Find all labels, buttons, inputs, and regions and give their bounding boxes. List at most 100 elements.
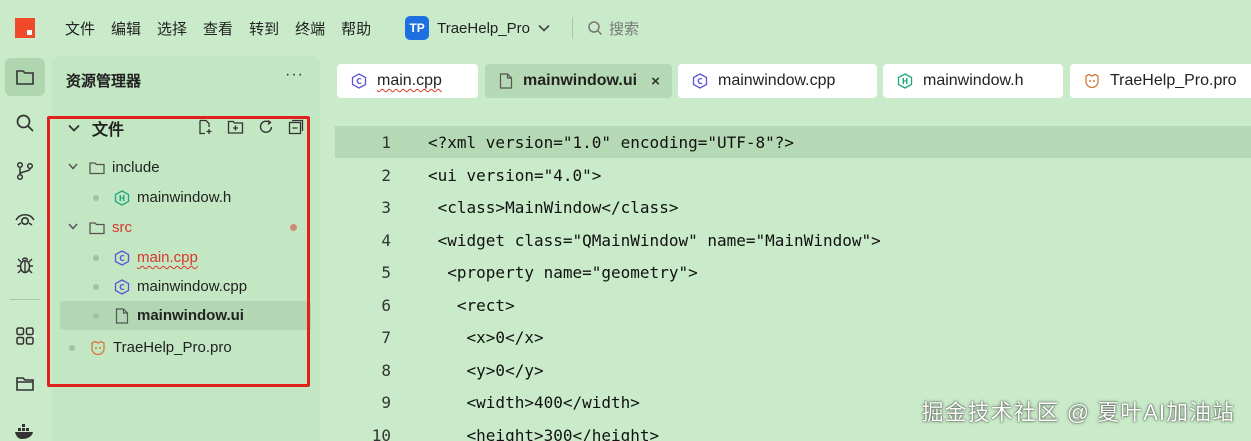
app-logo <box>15 18 35 38</box>
collapse-all-icon[interactable] <box>288 119 304 138</box>
tab-traehelp-pro[interactable]: TraeHelp_Pro.pro <box>1070 64 1251 98</box>
run-debug-eye-icon[interactable] <box>5 200 45 238</box>
svg-text:C: C <box>119 283 125 292</box>
editor-tabs: C main.cpp mainwindow.ui × C mainwindow.… <box>327 56 1251 106</box>
folder-icon <box>88 159 106 177</box>
explorer-panel: 资源管理器 ··· 文件 include H mainwindow.h src … <box>52 56 320 441</box>
line-text: <class>MainWindow</class> <box>428 197 679 217</box>
source-control-icon[interactable] <box>5 152 45 190</box>
explorer-title: 资源管理器 <box>66 73 142 90</box>
line-number: 2 <box>381 165 391 185</box>
line-text: <?xml version="1.0" encoding="UTF-8"?> <box>428 132 795 152</box>
tree-folder-include[interactable]: include <box>60 153 311 182</box>
menu-goto[interactable]: 转到 <box>241 18 287 39</box>
chevron-down-icon <box>66 162 80 173</box>
line-text: <height>300</height> <box>428 425 660 441</box>
file-icon <box>113 307 131 325</box>
toolbar-divider <box>571 17 573 39</box>
menu-help[interactable]: 帮助 <box>333 18 379 39</box>
menu-terminal[interactable]: 终端 <box>287 18 333 39</box>
tab-mainwindow-cpp[interactable]: C mainwindow.cpp <box>678 64 877 98</box>
tab-label: main.cpp <box>377 72 442 89</box>
qmake-pro-file-icon <box>1084 73 1100 89</box>
code-line: 4 <widget class="QMainWindow" name="Main… <box>327 224 1251 256</box>
folder-icon[interactable] <box>5 365 45 403</box>
close-icon[interactable]: × <box>651 73 660 90</box>
search-icon[interactable] <box>5 104 45 142</box>
menu-edit[interactable]: 编辑 <box>103 18 149 39</box>
cpp-file-icon: C <box>692 73 708 89</box>
tab-main-cpp[interactable]: C main.cpp <box>337 64 478 98</box>
bug-icon[interactable] <box>5 246 45 284</box>
watermark-text: 掘金技术社区 @ 夏叶AI加油站 <box>921 400 1235 425</box>
cpp-file-icon: C <box>113 278 131 296</box>
tree-file-mainwindow-ui[interactable]: mainwindow.ui <box>60 301 311 330</box>
code-line: 3 <class>MainWindow</class> <box>327 191 1251 223</box>
header-file-icon: H <box>897 73 913 89</box>
line-number: 5 <box>381 262 391 282</box>
search-label: 搜索 <box>608 20 639 38</box>
editor-area: C main.cpp mainwindow.ui × C mainwindow.… <box>327 56 1251 441</box>
search-box[interactable]: 搜索 <box>587 18 639 39</box>
code-line: 1 <?xml version="1.0" encoding="UTF-8"?> <box>335 126 1251 158</box>
search-icon <box>588 21 602 36</box>
new-file-icon[interactable] <box>197 119 213 138</box>
project-name: TraeHelp_Pro <box>437 19 530 37</box>
svg-text:C: C <box>119 254 125 263</box>
tree-folder-src[interactable]: src <box>60 213 311 242</box>
tree-item-label: TraeHelp_Pro.pro <box>113 339 232 356</box>
line-text: <y>0</y> <box>428 360 544 380</box>
refresh-icon[interactable] <box>258 119 274 138</box>
menu-select[interactable]: 选择 <box>149 18 195 39</box>
line-text: <property name="geometry"> <box>428 262 698 282</box>
cpp-file-icon: C <box>351 73 367 89</box>
activity-bar <box>0 56 50 441</box>
title-bar: 文件 编辑 选择 查看 转到 终端 帮助 TP TraeHelp_Pro 搜索 <box>0 0 1251 56</box>
cpp-file-icon: C <box>113 249 131 267</box>
line-text: <ui version="4.0"> <box>428 165 602 185</box>
line-number: 7 <box>381 327 391 347</box>
line-text: <x>0</x> <box>428 327 544 347</box>
tree-item-label: main.cpp <box>137 249 198 266</box>
code-line: 7 <x>0</x> <box>327 321 1251 353</box>
tree-indent-dot <box>69 344 75 351</box>
tree-item-label: src <box>112 219 132 236</box>
tree-item-label: mainwindow.cpp <box>137 278 248 295</box>
line-number: 8 <box>381 360 391 380</box>
menu-view[interactable]: 查看 <box>195 18 241 39</box>
tab-mainwindow-ui[interactable]: mainwindow.ui × <box>485 64 672 98</box>
line-number: 4 <box>381 230 391 250</box>
files-section-header[interactable]: 文件 <box>52 114 320 142</box>
tree-item-label: mainwindow.ui <box>137 307 244 324</box>
tree-file-main-cpp[interactable]: C main.cpp <box>60 243 311 272</box>
explorer-icon[interactable] <box>5 58 45 96</box>
line-number: 3 <box>381 197 391 217</box>
tab-label: TraeHelp_Pro.pro <box>1110 72 1237 89</box>
code-line: 8 <y>0</y> <box>327 354 1251 386</box>
svg-text:C: C <box>697 77 703 86</box>
svg-text:H: H <box>119 194 125 203</box>
tree-file-mainwindow-cpp[interactable]: C mainwindow.cpp <box>60 272 311 301</box>
docker-icon[interactable] <box>5 412 45 441</box>
tree-indent-dot <box>93 194 99 201</box>
tree-file-mainwindow-h[interactable]: H mainwindow.h <box>60 183 311 212</box>
tab-mainwindow-h[interactable]: H mainwindow.h <box>883 64 1063 98</box>
tree-item-label: mainwindow.h <box>137 189 232 206</box>
more-actions-icon[interactable]: ··· <box>285 66 304 84</box>
qmake-pro-file-icon <box>89 339 107 357</box>
tree-indent-dot <box>93 254 99 261</box>
chevron-down-icon <box>538 21 550 35</box>
svg-text:H: H <box>902 77 908 86</box>
extensions-grid-icon[interactable] <box>5 317 45 355</box>
chevron-down-icon <box>68 121 80 135</box>
line-number: 10 <box>371 425 391 441</box>
header-file-icon: H <box>113 189 131 207</box>
modified-indicator <box>290 224 297 231</box>
line-text: <width>400</width> <box>428 392 640 412</box>
project-switcher[interactable]: TP TraeHelp_Pro <box>405 16 550 40</box>
tree-file-pro[interactable]: TraeHelp_Pro.pro <box>60 333 311 362</box>
code-line: 2 <ui version="4.0"> <box>327 159 1251 191</box>
new-folder-icon[interactable] <box>227 119 244 138</box>
menu-file[interactable]: 文件 <box>57 18 103 39</box>
file-icon <box>499 73 513 89</box>
